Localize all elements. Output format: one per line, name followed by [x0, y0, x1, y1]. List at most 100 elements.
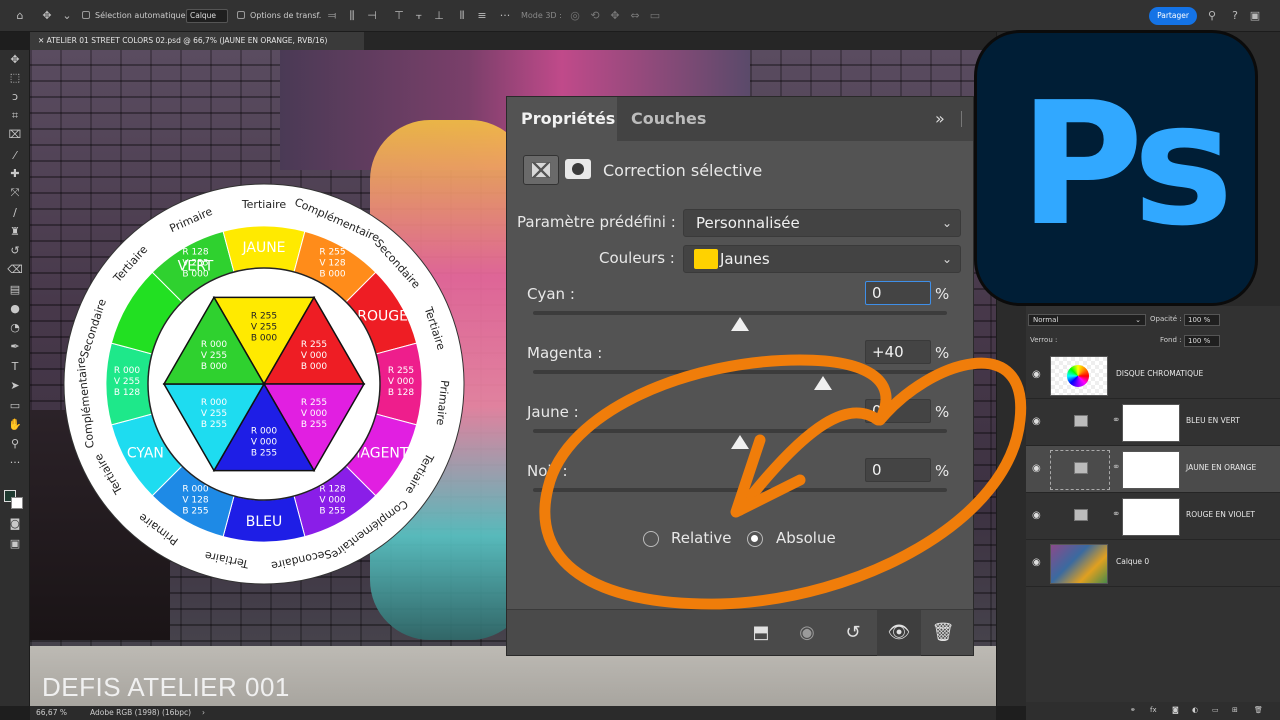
layer-mask-thumbnail[interactable] [1122, 498, 1180, 536]
auto-select-checkbox[interactable]: Sélection automatique : [82, 8, 191, 24]
slide-3d-icon[interactable]: ⇔ [628, 9, 642, 23]
distribute-vertical-icon[interactable]: ≡ [475, 9, 489, 23]
eye-icon[interactable]: ◉ [1032, 463, 1041, 474]
new-group-icon[interactable]: ▭ [1212, 706, 1219, 714]
marquee-tool-icon[interactable]: ⬚ [6, 70, 24, 86]
search-icon[interactable]: ⚲ [1205, 9, 1219, 23]
clip-to-layer-icon[interactable]: ⬒ [747, 620, 775, 646]
link-icon[interactable]: ⚭ [1112, 509, 1120, 520]
add-mask-icon[interactable]: ◙ [1172, 706, 1179, 714]
link-layers-icon[interactable]: ⚭ [1130, 706, 1136, 714]
slider-thumb[interactable] [731, 435, 749, 449]
layer-row[interactable]: ◉ DISQUE CHROMATIQUE [1026, 352, 1280, 399]
collapse-panel-icon[interactable]: » [935, 109, 945, 128]
hand-tool-icon[interactable]: ✋ [6, 417, 24, 433]
trash-icon[interactable]: 🗑 [1254, 706, 1263, 714]
visibility-icon[interactable]: 👁 [877, 610, 921, 656]
screen-mode-icon[interactable]: ▣ [6, 536, 24, 552]
relative-radio[interactable] [643, 531, 659, 547]
orbit-3d-icon[interactable]: ◎ [568, 9, 582, 23]
new-adjustment-icon[interactable]: ◐ [1192, 706, 1198, 714]
slider-thumb[interactable] [731, 317, 749, 331]
mask-icon[interactable] [565, 159, 591, 179]
chevron-right-icon[interactable]: › [202, 706, 205, 720]
colors-dropdown[interactable]: Jaunes ⌄ [683, 245, 961, 273]
lasso-tool-icon[interactable]: ↄ [6, 89, 24, 105]
background-color-swatch[interactable] [11, 497, 23, 509]
close-icon[interactable]: ✕ [38, 36, 47, 45]
align-bottom-icon[interactable]: ⊥ [432, 9, 446, 23]
eye-icon[interactable]: ◉ [1032, 416, 1041, 427]
shape-tool-icon[interactable]: ▭ [6, 398, 24, 414]
gradient-tool-icon[interactable]: ▤ [6, 282, 24, 298]
layer-mask-thumbnail[interactable] [1122, 404, 1180, 442]
more-tools-icon[interactable]: ··· [6, 455, 24, 471]
home-icon[interactable]: ⌂ [13, 9, 27, 23]
more-icon[interactable]: ··· [498, 9, 512, 23]
layer-row-selected[interactable]: ◉ ⚭ JAUNE EN ORANGE [1026, 446, 1280, 493]
distribute-icon[interactable]: ⫴ [455, 9, 469, 23]
preset-dropdown[interactable]: Personnalisée ⌄ [683, 209, 961, 237]
share-button[interactable]: Partager [1149, 7, 1197, 25]
black-value-field[interactable]: 0 [865, 458, 931, 482]
align-left-icon[interactable]: ⫤ [325, 9, 339, 23]
layer-row[interactable]: ◉ ⚭ BLEU EN VERT [1026, 399, 1280, 446]
help-icon[interactable]: ? [1228, 9, 1242, 23]
type-tool-icon[interactable]: T [6, 359, 24, 375]
quick-select-tool-icon[interactable]: ⌗ [6, 108, 24, 124]
view-previous-state-icon[interactable]: ◉ [793, 620, 821, 646]
history-brush-icon[interactable]: ↺ [6, 243, 24, 259]
roll-3d-icon[interactable]: ⟲ [588, 9, 602, 23]
fx-icon[interactable]: fx [1150, 706, 1157, 714]
magenta-value-field[interactable]: +40 [865, 340, 931, 364]
eye-icon[interactable]: ◉ [1032, 510, 1041, 521]
patch-tool-icon[interactable]: ⤧ [6, 185, 24, 201]
document-tab[interactable]: ✕ ATELIER 01 STREET COLORS 02.psd @ 66,7… [30, 32, 364, 50]
eraser-tool-icon[interactable]: ⌫ [6, 262, 24, 278]
video-3d-icon[interactable]: ▭ [648, 9, 662, 23]
new-layer-icon[interactable]: ⊞ [1232, 706, 1238, 714]
layer-select[interactable]: Calque [186, 9, 228, 23]
layer-row[interactable]: ◉ Calque 0 [1026, 540, 1280, 587]
yellow-value-field[interactable]: 0 [865, 399, 931, 423]
align-middle-icon[interactable]: ⫟ [412, 9, 426, 23]
blend-mode-select[interactable]: Normal ⌄ [1028, 314, 1146, 326]
blur-tool-icon[interactable]: ● [6, 301, 24, 317]
link-icon[interactable]: ⚭ [1112, 415, 1120, 426]
layer-row[interactable]: ◉ ⚭ ROUGE EN VIOLET [1026, 493, 1280, 540]
tab-properties[interactable]: Propriétés [507, 97, 617, 141]
path-select-tool-icon[interactable]: ➤ [6, 378, 24, 394]
slider-track[interactable] [533, 311, 947, 315]
reset-icon[interactable]: ↺ [839, 620, 867, 646]
workspace-icon[interactable]: ▣ [1248, 9, 1262, 23]
move-tool-icon[interactable]: ✥ [40, 9, 54, 23]
cyan-value-field[interactable]: 0 [865, 281, 931, 305]
link-icon[interactable]: ⚭ [1112, 462, 1120, 473]
stamp-tool-icon[interactable]: ♜ [6, 224, 24, 240]
tab-channels[interactable]: Couches [631, 97, 706, 141]
slider-track[interactable] [533, 429, 947, 433]
slider-track[interactable] [533, 370, 947, 374]
transform-options-checkbox[interactable]: Options de transf. [237, 8, 321, 24]
trash-icon[interactable]: 🗑 [929, 620, 957, 646]
dodge-tool-icon[interactable]: ◔ [6, 320, 24, 336]
brush-tool-icon[interactable]: ∕ [6, 205, 24, 221]
chevron-down-icon[interactable]: ⌄ [60, 9, 74, 23]
move-tool-icon[interactable]: ✥ [6, 52, 24, 68]
slider-track[interactable] [533, 488, 947, 492]
quick-mask-icon[interactable]: ◙ [6, 516, 24, 532]
layer-mask-thumbnail[interactable] [1122, 451, 1180, 489]
eye-icon[interactable]: ◉ [1032, 369, 1041, 380]
absolute-radio[interactable] [747, 531, 763, 547]
align-top-icon[interactable]: ⊤ [392, 9, 406, 23]
opacity-field[interactable]: 100 % [1184, 314, 1220, 326]
healing-brush-icon[interactable]: ✚ [6, 166, 24, 182]
zoom-tool-icon[interactable]: ⚲ [6, 436, 24, 452]
zoom-level[interactable]: 66,67 % [36, 706, 67, 720]
fill-field[interactable]: 100 % [1184, 335, 1220, 347]
align-right-icon[interactable]: ⊣ [365, 9, 379, 23]
pen-tool-icon[interactable]: ✒ [6, 339, 24, 355]
slider-thumb[interactable] [813, 376, 832, 390]
adjustment-layer-icon[interactable] [523, 155, 559, 185]
eyedropper-tool-icon[interactable]: ⁄ [6, 148, 24, 164]
